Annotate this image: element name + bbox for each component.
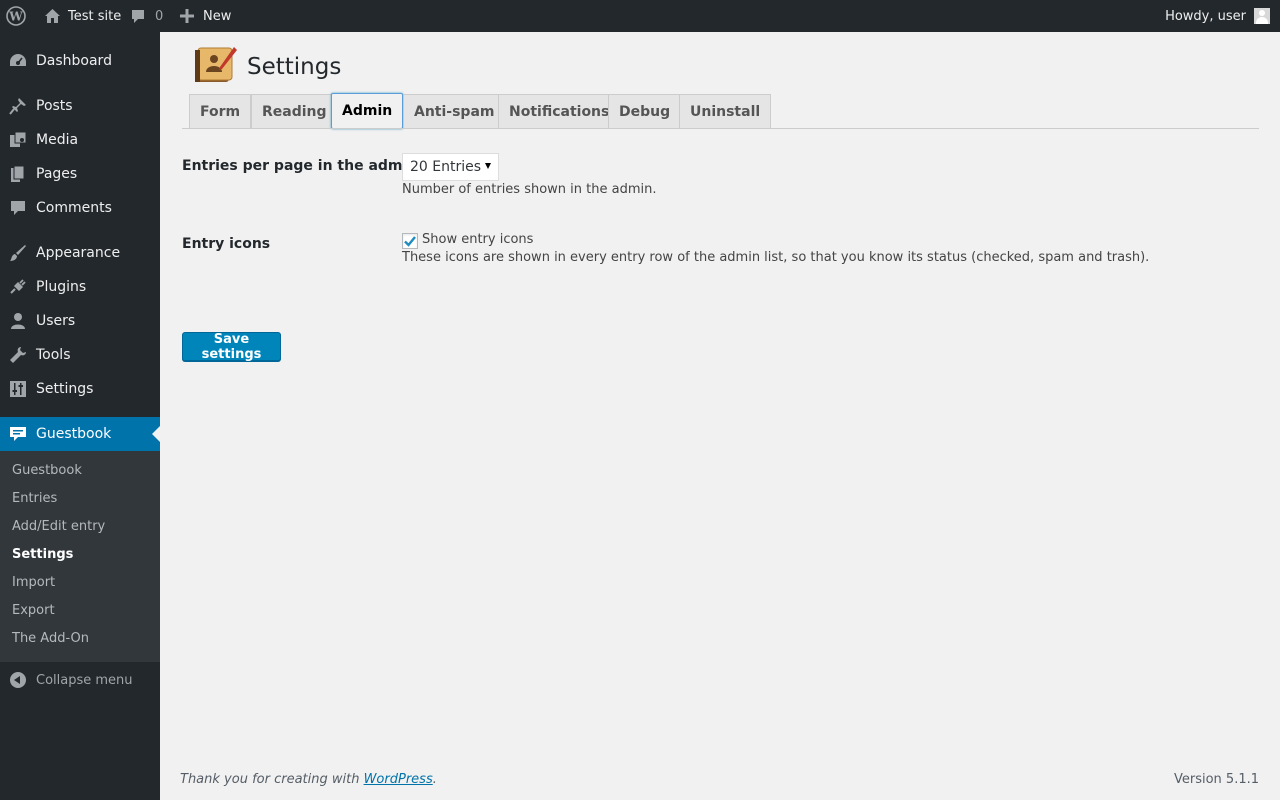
user-icon — [0, 312, 36, 330]
sidebar-item-posts[interactable]: Posts — [0, 89, 160, 123]
sidebar-item-label: Guestbook — [36, 426, 112, 442]
entries-per-page-description: Number of entries shown in the admin. — [402, 182, 657, 197]
sidebar-item-comments[interactable]: Comments — [0, 191, 160, 225]
submenu-item-import[interactable]: Import — [12, 573, 55, 593]
new-label: New — [203, 8, 232, 24]
svg-text:W: W — [8, 10, 23, 24]
submenu-item-add-edit-entry[interactable]: Add/Edit entry — [12, 517, 105, 537]
sidebar-item-label: Users — [36, 313, 76, 329]
footer-version: Version 5.1.1 — [1173, 772, 1259, 787]
sidebar-item-settings[interactable]: Settings — [0, 372, 160, 406]
save-settings-button[interactable]: Save settings — [182, 332, 281, 362]
wordpress-logo-icon[interactable]: W — [6, 0, 28, 32]
comments-link[interactable]: 0 — [130, 0, 163, 32]
show-entry-icons-label[interactable]: Show entry icons — [422, 232, 533, 247]
wordpress-link[interactable]: WordPress — [364, 772, 433, 787]
tabs-divider — [182, 128, 1259, 129]
sidebar-item-label: Plugins — [36, 279, 87, 295]
submenu-item-guestbook[interactable]: Guestbook — [12, 461, 82, 481]
site-name: Test site — [68, 8, 122, 24]
tab-anti-spam[interactable]: Anti-spam — [403, 94, 506, 129]
site-name-link[interactable]: Test site — [44, 0, 121, 32]
submenu-item-the-add-on[interactable]: The Add-On — [12, 629, 89, 649]
sidebar-item-pages[interactable]: Pages — [0, 157, 160, 191]
home-icon — [44, 8, 61, 24]
current-menu-arrow — [152, 426, 160, 442]
media-icon — [0, 131, 36, 149]
brush-icon — [0, 244, 36, 262]
sidebar-item-label: Posts — [36, 98, 73, 114]
plus-icon — [180, 9, 194, 23]
show-entry-icons-checkbox[interactable] — [402, 233, 418, 249]
footer-thanks-prefix: Thank you for creating with — [180, 772, 364, 787]
checkmark-icon — [404, 236, 416, 247]
sidebar-item-label: Media — [36, 132, 79, 148]
tab-reading[interactable]: Reading — [251, 94, 338, 129]
sidebar-item-label: Dashboard — [36, 53, 112, 69]
account-menu[interactable]: Howdy, user — [1165, 0, 1270, 32]
dashboard-icon — [0, 52, 36, 70]
sidebar-item-label: Comments — [36, 200, 112, 216]
sidebar-item-label: Settings — [36, 381, 94, 397]
avatar — [1254, 8, 1270, 24]
sidebar-item-label: Pages — [36, 166, 78, 182]
submenu-item-entries[interactable]: Entries — [12, 489, 57, 509]
submenu-item-export[interactable]: Export — [12, 601, 55, 621]
tab-admin[interactable]: Admin — [331, 93, 404, 129]
wrench-icon — [0, 346, 36, 364]
entries-per-page-value: 20 Entries — [410, 159, 482, 175]
footer-thanks-suffix: . — [432, 772, 437, 787]
collapse-arrow-icon — [0, 672, 36, 688]
submenu-item-settings[interactable]: Settings — [12, 545, 73, 565]
collapse-menu-button[interactable]: Collapse menu — [0, 668, 133, 692]
tab-form[interactable]: Form — [189, 94, 252, 129]
entries-per-page-select[interactable]: 20 Entries — [402, 153, 499, 181]
sidebar-item-tools[interactable]: Tools — [0, 338, 160, 372]
tab-uninstall[interactable]: Uninstall — [679, 94, 772, 129]
comment-icon — [0, 199, 36, 217]
sidebar-item-dashboard[interactable]: Dashboard — [0, 44, 160, 78]
tab-debug[interactable]: Debug — [608, 94, 682, 129]
sidebar-item-guestbook[interactable]: Guestbook — [0, 417, 160, 451]
plugin-icon — [0, 278, 36, 296]
footer-thanks: Thank you for creating with WordPress. — [180, 772, 437, 787]
entry-icons-label: Entry icons — [182, 236, 271, 252]
sidebar-item-users[interactable]: Users — [0, 304, 160, 338]
sidebar-item-appearance[interactable]: Appearance — [0, 236, 160, 270]
tab-notifications[interactable]: Notifications — [498, 94, 621, 129]
sidebar-item-plugins[interactable]: Plugins — [0, 270, 160, 304]
guestbook-book-icon — [192, 45, 238, 85]
sliders-icon — [0, 380, 36, 398]
comment-icon — [130, 8, 146, 24]
entry-icons-description: These icons are shown in every entry row… — [402, 250, 1150, 265]
sidebar-item-label: Appearance — [36, 245, 121, 261]
sidebar-item-media[interactable]: Media — [0, 123, 160, 157]
sidebar-item-label: Tools — [36, 347, 71, 363]
guestbook-submenu: Guestbook Entries Add/Edit entry Setting… — [0, 451, 160, 662]
pushpin-icon — [0, 97, 36, 115]
entries-per-page-label: Entries per page in the admin — [182, 158, 418, 174]
comments-count: 0 — [155, 8, 164, 24]
page-title: Settings — [247, 54, 342, 80]
howdy-text: Howdy, user — [1165, 8, 1246, 24]
admin-sidebar: Dashboard Posts Media Pages Comments App… — [0, 32, 160, 800]
guestbook-icon — [0, 425, 36, 443]
admin-bar: W Test site 0 New Howdy, user — [0, 0, 1280, 32]
collapse-menu-label: Collapse menu — [36, 672, 133, 688]
dropdown-arrow-icon — [485, 163, 491, 169]
pages-icon — [0, 165, 36, 183]
new-content-link[interactable]: New — [180, 0, 231, 32]
